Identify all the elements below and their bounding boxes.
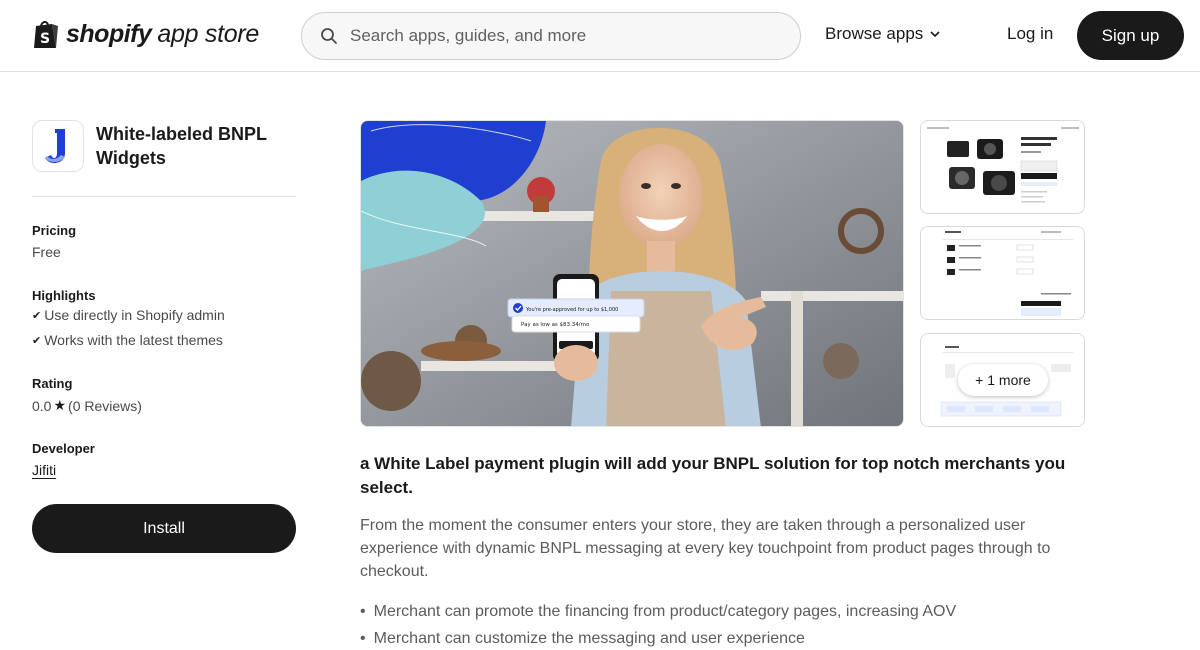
feature-item: Merchant can customize the messaging and… [360,625,1090,650]
pay-as-low-text: Pay as low as $83.34/mo [521,322,590,328]
screenshot-thumbnail[interactable] [920,226,1085,320]
screenshot-thumbnail[interactable] [920,120,1085,214]
hero-illustration: You're pre-approved for up to $1,000 Pay… [361,121,903,426]
checkmark-icon: ✔ [32,334,42,347]
pricing-value: Free [32,244,61,260]
star-icon: ★ [53,397,67,413]
app-headline: a White Label payment plugin will add yo… [360,454,1066,497]
highlights-label: Highlights [32,288,96,303]
shopify-bag-icon: S [34,21,58,48]
chevron-down-icon [930,31,940,38]
shopify-app-store-logo[interactable]: S shopify app store [32,18,259,50]
pricing-label: Pricing [32,223,77,238]
browse-apps-label: Browse apps [825,24,924,43]
log-in-link[interactable]: Log in [1007,24,1053,44]
highlight-item: ✔ Works with the latest themes [32,332,223,348]
thumbnail-product-page [921,121,1084,213]
developer-link[interactable]: Jifiti [32,462,56,478]
search-bar[interactable] [301,12,801,60]
rating-value: 0.0 [32,397,52,414]
rating-reviews: (0 Reviews) [68,397,142,414]
sidebar-divider [32,196,296,197]
more-screenshots-button[interactable]: + 1 more [958,364,1048,396]
hero-image[interactable]: You're pre-approved for up to $1,000 Pay… [360,120,904,427]
developer-label: Developer [32,441,95,456]
app-icon [32,120,84,172]
browse-apps-dropdown[interactable]: Browse apps [825,24,941,44]
rating-summary[interactable]: 0.0 ★ (0 Reviews) [32,397,142,414]
app-logo-j-icon [45,129,65,163]
top-header: S shopify app store Browse apps Log in S… [0,0,1200,72]
app-description: From the moment the consumer enters your… [360,517,1051,580]
highlight-item: ✔ Use directly in Shopify admin [32,307,225,323]
search-input[interactable] [350,26,770,46]
pre-approved-text: You're pre-approved for up to $1,000 [525,307,618,313]
logo-subtitle: app store [157,19,259,48]
rating-label: Rating [32,376,73,391]
feature-list: Merchant can promote the financing from … [360,598,1090,650]
thumbnail-cart-page [921,227,1084,319]
checkmark-icon: ✔ [32,309,42,322]
logo-wordmark: shopify [66,19,152,48]
feature-item: Merchant can promote the financing from … [360,598,1090,625]
search-icon [321,28,337,44]
app-name: White-labeled BNPL Widgets [96,124,267,168]
highlight-text: Works with the latest themes [44,332,223,348]
svg-text:S: S [40,31,50,47]
install-button[interactable]: Install [32,504,296,553]
highlight-text: Use directly in Shopify admin [44,307,225,323]
sign-up-button[interactable]: Sign up [1077,11,1184,60]
